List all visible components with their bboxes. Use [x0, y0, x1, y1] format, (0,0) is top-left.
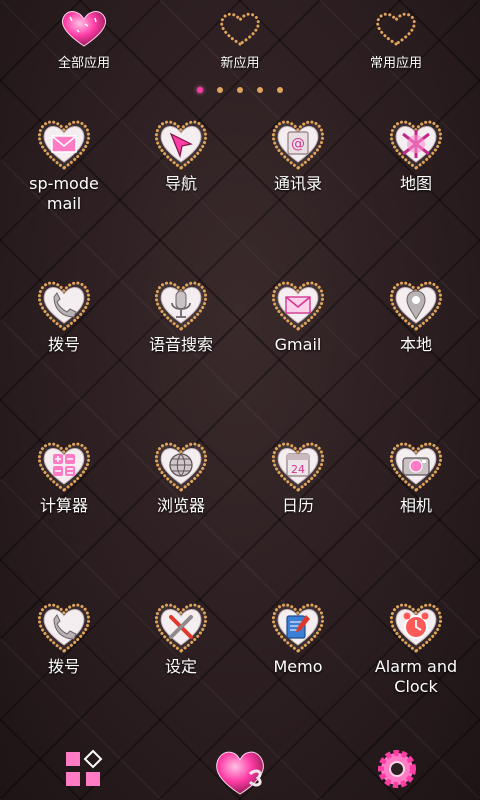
globe-icon [149, 434, 213, 494]
app-label: 导航 [164, 174, 197, 193]
page-indicator [0, 78, 480, 97]
app-label: 设定 [164, 657, 197, 676]
app-camera[interactable]: 相机 [356, 434, 476, 516]
dock-app-drawer-button[interactable] [62, 748, 108, 798]
app-calculator[interactable]: 计算器 [4, 434, 124, 516]
gmail-envelope-icon [266, 273, 330, 333]
svg-text:@: @ [291, 136, 305, 152]
mail-envelope-icon [32, 112, 96, 172]
app-memo[interactable]: Memo [238, 595, 358, 677]
app-dialer[interactable]: 拨号 [4, 273, 124, 355]
notebook-pen-icon [266, 595, 330, 655]
tab-frequent-apps[interactable]: 常用应用 [341, 6, 451, 71]
app-browser[interactable]: 浏览器 [121, 434, 241, 516]
alarm-clock-icon [384, 595, 448, 655]
app-label: 相机 [399, 496, 432, 515]
app-label: Alarm and Clock [374, 657, 458, 696]
app-label: Gmail [274, 335, 322, 354]
app-label: 日历 [281, 496, 314, 515]
app-label: 本地 [399, 335, 432, 354]
location-pin-icon [384, 273, 448, 333]
app-label: 计算器 [39, 496, 88, 515]
app-voice-search[interactable]: 语音搜索 [121, 273, 241, 355]
app-local[interactable]: 本地 [356, 273, 476, 355]
app-label: Memo [273, 657, 323, 676]
app-label: 语音搜索 [148, 335, 213, 354]
app-navigation[interactable]: 导航 [121, 112, 241, 194]
tab-new-apps[interactable]: 新应用 [185, 6, 295, 71]
app-contacts[interactable]: @ 通讯录 [238, 112, 358, 194]
navigation-arrow-icon [149, 112, 213, 172]
phone-handset-icon [32, 595, 96, 655]
tab-all-apps[interactable]: 全部应用 [29, 6, 139, 71]
camera-icon [384, 434, 448, 494]
app-label: 拨号 [47, 335, 80, 354]
phone-handset-icon [32, 273, 96, 333]
page-dot [277, 87, 283, 93]
app-calendar[interactable]: 24 日历 [238, 434, 358, 516]
page-dot [237, 87, 243, 93]
app-label: 通讯录 [273, 174, 322, 193]
app-label: sp-mode mail [29, 174, 99, 213]
app-map[interactable]: 地图 [356, 112, 476, 194]
tab-frequent-apps-label: 常用应用 [369, 56, 422, 71]
app-alarm-clock[interactable]: Alarm and Clock [356, 595, 476, 697]
dotted-heart-icon [220, 12, 260, 46]
app-label: 拨号 [47, 657, 80, 676]
app-settings[interactable]: 设定 [121, 595, 241, 677]
microphone-icon [149, 273, 213, 333]
settings-gear-icon [378, 750, 416, 788]
page-dot [197, 87, 203, 93]
app-dialer-2[interactable]: 拨号 [4, 595, 124, 677]
app-label: 浏览器 [156, 496, 205, 515]
page-dot [217, 87, 223, 93]
map-icon [384, 112, 448, 172]
calculator-icon [32, 434, 96, 494]
page-dot [257, 87, 263, 93]
dock [0, 744, 480, 800]
dock-gift-heart-button[interactable] [210, 744, 270, 800]
calendar-day-number: 24 [291, 463, 305, 476]
tab-new-apps-label: 新应用 [220, 56, 260, 71]
calendar-icon: 24 [266, 434, 330, 494]
dotted-heart-icon [376, 12, 416, 46]
contacts-book-icon: @ [266, 112, 330, 172]
gift-heart-icon [216, 751, 264, 795]
tab-all-apps-label: 全部应用 [57, 56, 110, 71]
tools-icon [149, 595, 213, 655]
app-label: 地图 [399, 174, 432, 193]
app-gmail[interactable]: Gmail [238, 273, 358, 355]
app-grid-icon [66, 749, 103, 786]
glitter-heart-icon [61, 11, 107, 47]
dock-settings-button[interactable] [374, 746, 420, 796]
top-tab-bar: 全部应用 新应用 常用应用 [0, 0, 480, 93]
app-sp-mode-mail[interactable]: sp-mode mail [4, 112, 124, 214]
